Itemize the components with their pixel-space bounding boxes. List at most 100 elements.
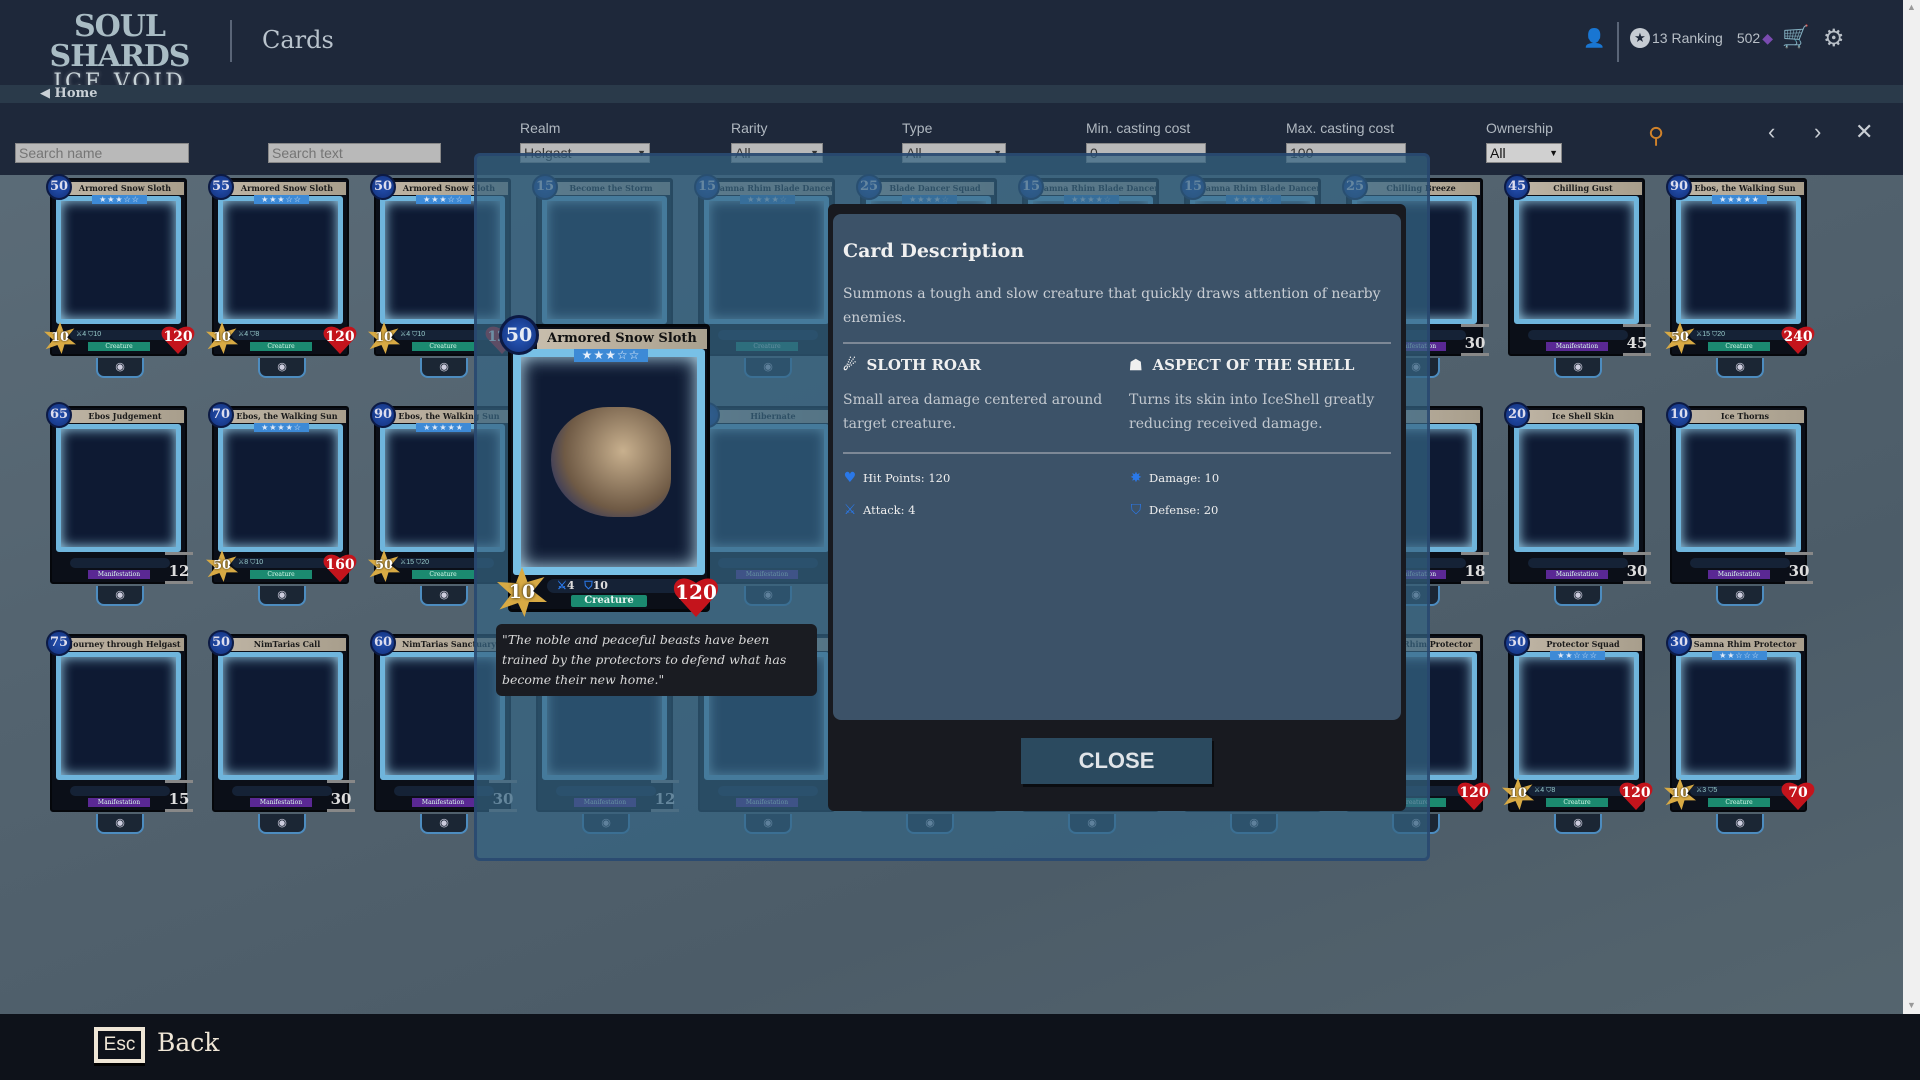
close-filters-button[interactable]: ✕ bbox=[1855, 119, 1873, 145]
card-type-badge: Creature bbox=[1708, 342, 1770, 351]
cast-time-hourglass: 18 bbox=[1461, 552, 1489, 584]
profile-button[interactable]: 👤 bbox=[1583, 28, 1605, 49]
card-type-badge: Manifestation bbox=[1546, 342, 1608, 351]
card-tile[interactable]: Chilling Gust 45 Manifestation 45 ◉ bbox=[1504, 174, 1651, 378]
card-name: Ebos Judgement bbox=[66, 410, 184, 423]
search-button[interactable]: ⚲ bbox=[1648, 123, 1664, 149]
preview-button[interactable]: ◉ bbox=[258, 586, 306, 606]
next-page-button[interactable]: › bbox=[1814, 119, 1821, 145]
preview-button[interactable]: ◉ bbox=[96, 586, 144, 606]
ranking-button[interactable]: ★ 13 Ranking 502 ◆ bbox=[1630, 28, 1773, 48]
card-name: Ebos, the Walking Sun bbox=[228, 410, 346, 423]
preview-button[interactable]: ◉ bbox=[420, 358, 468, 378]
card-tile[interactable]: NimTarias Call 50 Manifestation 30 ◉ bbox=[208, 630, 355, 834]
card-cost-badge: 45 bbox=[1504, 174, 1530, 200]
card-name: Armored Snow Sloth bbox=[228, 182, 346, 195]
card-tile[interactable]: Protector Squad ★★☆☆☆ 50 ⚔4 ⛉8 Creature 10 120… bbox=[1502, 630, 1645, 834]
card-tile[interactable]: Armored Snow Sloth ★★★☆☆ 50 ⚔4 ⛉10 Creature 1… bbox=[44, 174, 187, 378]
eye-icon: ◉ bbox=[439, 589, 449, 601]
attack-defense-bar: ⚔4 ⛉8 bbox=[232, 330, 332, 340]
defense-value: 10 bbox=[592, 579, 608, 592]
cart-icon: 🛒 bbox=[1782, 24, 1810, 49]
eye-icon: ◉ bbox=[1573, 361, 1583, 373]
eye-icon: ◉ bbox=[439, 361, 449, 373]
card-name: Journey through Helgast bbox=[66, 638, 184, 651]
ability-name: SLOTH ROAR bbox=[866, 356, 982, 374]
stat-hit-points: ♥ Hit Points: 120 bbox=[843, 470, 951, 486]
card-type-badge: Manifestation bbox=[88, 798, 150, 807]
card-cost-badge: 50 bbox=[1504, 630, 1530, 656]
card-cost-badge: 65 bbox=[46, 402, 72, 428]
card-tile[interactable]: Ebos, the Walking Sun ★★★★★ 90 ⚔15 ⛉20 Creat… bbox=[1664, 174, 1807, 378]
user-icon: 👤 bbox=[1583, 28, 1606, 48]
esc-key-button[interactable]: Esc bbox=[94, 1027, 145, 1063]
search-name-input[interactable] bbox=[15, 143, 189, 163]
card-tile[interactable]: Ebos Judgement 65 Manifestation 12 ◉ bbox=[46, 402, 193, 606]
prev-page-button[interactable]: ‹ bbox=[1768, 119, 1775, 145]
preview-button[interactable]: ◉ bbox=[1554, 814, 1602, 834]
ability-name: ASPECT OF THE SHELL bbox=[1152, 356, 1355, 374]
card-description-dialog: Card Description Summons a tough and slo… bbox=[828, 204, 1406, 811]
scrollbar[interactable]: ▲ ▼ bbox=[1903, 0, 1920, 1014]
preview-button[interactable]: ◉ bbox=[1716, 358, 1764, 378]
card-tile[interactable]: Journey through Helgast 75 Manifestation 15… bbox=[46, 630, 193, 834]
home-link[interactable]: ◀ Home bbox=[40, 86, 98, 101]
cast-time-hourglass: 12 bbox=[165, 552, 193, 584]
preview-button[interactable]: ◉ bbox=[258, 814, 306, 834]
settings-button[interactable]: ⚙ bbox=[1823, 24, 1845, 53]
preview-button[interactable]: ◉ bbox=[1554, 586, 1602, 606]
cast-time-hourglass: 30 bbox=[1461, 324, 1489, 356]
card-tile[interactable]: Ice Thorns 10 Manifestation 30 ◉ bbox=[1666, 402, 1813, 606]
card-description-text: Summons a tough and slow creature that q… bbox=[843, 286, 1381, 326]
stat-attack: ⚔ Attack: 4 bbox=[843, 502, 916, 518]
preview-button[interactable]: ◉ bbox=[258, 358, 306, 378]
card-type-badge: Creature bbox=[250, 570, 312, 579]
attack-value: 15 bbox=[406, 559, 415, 566]
eye-icon: ◉ bbox=[277, 589, 287, 601]
search-icon: ⚲ bbox=[1648, 123, 1665, 148]
preview-button[interactable]: ◉ bbox=[1716, 814, 1764, 834]
card-tile[interactable]: Ebos, the Walking Sun ★★★★☆ 70 ⚔8 ⛉10 Creatu… bbox=[206, 402, 349, 606]
attack-value: 8 bbox=[244, 559, 249, 566]
preview-button[interactable]: ◉ bbox=[420, 814, 468, 834]
card-cost-badge: 90 bbox=[1666, 174, 1692, 200]
back-label[interactable]: Back bbox=[157, 1028, 219, 1057]
attack-value: 4 bbox=[244, 331, 249, 338]
card-tile[interactable]: Ice Shell Skin 20 Manifestation 30 ◉ bbox=[1504, 402, 1651, 606]
preview-button[interactable]: ◉ bbox=[1554, 358, 1602, 378]
attack-value: 15 bbox=[1702, 331, 1711, 338]
card-tile[interactable]: Armored Snow Sloth ★★★☆☆ 55 ⚔4 ⛉8 Creature 10… bbox=[206, 174, 349, 378]
stat-label: Defense: 20 bbox=[1149, 503, 1219, 517]
ability-text: Turns its skin into IceShell greatly red… bbox=[1129, 392, 1375, 432]
defense-value: 8 bbox=[255, 331, 260, 338]
defense-value: 20 bbox=[1717, 331, 1726, 338]
card-type-badge: Creature bbox=[88, 342, 150, 351]
card-cost-badge: 50 bbox=[499, 315, 539, 355]
search-text-input[interactable] bbox=[268, 143, 441, 163]
attack-value: 4 bbox=[82, 331, 87, 338]
hp-heart-badge: 120 bbox=[161, 324, 195, 354]
attack-defense-bar bbox=[1528, 330, 1628, 340]
preview-button[interactable]: ◉ bbox=[96, 358, 144, 378]
defense-value: 10 bbox=[255, 559, 264, 566]
star-rating: ★★★☆☆ bbox=[416, 195, 471, 204]
card-tile[interactable]: Samna Rhim Protector ★★☆☆☆ 30 ⚔3 ⛉5 Creature… bbox=[1664, 630, 1807, 834]
page-title: Cards bbox=[262, 26, 334, 54]
stat-defense: ⛉ Defense: 20 bbox=[1129, 502, 1219, 518]
preview-button[interactable]: ◉ bbox=[1716, 586, 1764, 606]
card-type-badge: Manifestation bbox=[1546, 570, 1608, 579]
breadcrumb: ◀ Home bbox=[0, 85, 1903, 103]
chevron-left-icon: ‹ bbox=[1768, 119, 1776, 144]
preview-button[interactable]: ◉ bbox=[420, 586, 468, 606]
preview-button[interactable]: ◉ bbox=[96, 814, 144, 834]
ability-sloth-roar: ☄ SLOTH ROAR Small area damage centered a… bbox=[843, 356, 1108, 436]
dialog-title: Card Description bbox=[843, 240, 1025, 262]
close-button[interactable]: CLOSE bbox=[1021, 738, 1212, 784]
divider bbox=[843, 342, 1391, 344]
ownership-select[interactable]: All ▼ bbox=[1486, 143, 1562, 163]
attack-defense-bar bbox=[232, 786, 332, 796]
card-art bbox=[1514, 424, 1639, 552]
shop-cart-button[interactable]: 🛒 bbox=[1782, 24, 1809, 50]
eye-icon: ◉ bbox=[277, 361, 287, 373]
card-art bbox=[1514, 196, 1639, 324]
